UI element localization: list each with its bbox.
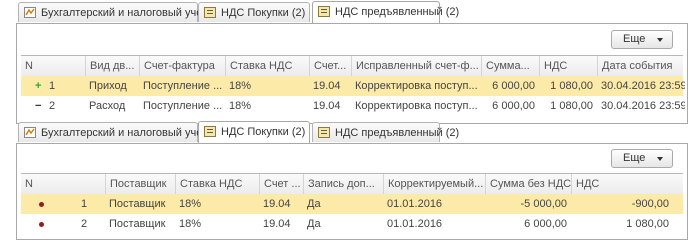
tab-content: Еще N Вид дв... Счет-фактура Ставка НДС … — [16, 23, 688, 124]
column-header-account[interactable]: Счет... — [309, 56, 351, 76]
table-header: N Поставщик Ставка НДС Счет ... Запись д… — [21, 174, 683, 195]
cell-n: 2 — [81, 218, 88, 230]
cell-sum-without-vat: 6 000,00 — [524, 218, 567, 230]
cell-invoice: Поступление ... — [143, 80, 223, 92]
cell-movement: Расход — [89, 100, 126, 112]
table-row[interactable]: + 1 Приход Поступление ... 18% 19.04 Кор… — [21, 76, 685, 96]
cell-corrected-invoice: Корректировка поступ... — [355, 100, 478, 112]
table-row[interactable]: 2 Поставщик 18% 19.04 Да 01.01.2016 6 00… — [21, 214, 683, 234]
column-header-account[interactable]: Счет ... — [259, 174, 303, 194]
cell-sum-without-vat: -5 000,00 — [520, 198, 567, 210]
table-row[interactable]: 1 Поставщик 18% 19.04 Да 01.01.2016 -5 0… — [21, 194, 683, 214]
column-header-supplier[interactable]: Поставщик — [105, 174, 175, 194]
tab-vat-purchases[interactable]: НДС Покупки (2) — [198, 121, 310, 143]
chevron-down-icon — [657, 157, 663, 161]
cell-vat: 1 080,00 — [626, 218, 669, 230]
tab-content: Еще N Поставщик Ставка НДС Счет ... Запи… — [16, 143, 688, 240]
cell-supplier: Поставщик — [109, 198, 166, 210]
column-header-extra-record[interactable]: Запись доп... — [303, 174, 383, 194]
column-header-sum-without-vat[interactable]: Сумма без НДС — [485, 174, 571, 194]
table-row[interactable]: − 2 Расход Поступление ... 18% 19.04 Кор… — [21, 96, 685, 116]
record-dot-icon — [21, 194, 55, 214]
pane-vat-presented: Бухгалтерский и налоговый учет (4) НДС П… — [16, 0, 688, 124]
more-button[interactable]: Еще — [611, 30, 673, 49]
tab-label: НДС Покупки (2) — [221, 7, 306, 19]
cell-sum: 6 000,00 — [492, 100, 535, 112]
cell-n: 1 — [81, 198, 88, 210]
cell-vat: -900,00 — [631, 198, 669, 210]
tab-bar: Бухгалтерский и налоговый учет (4) НДС П… — [16, 120, 688, 144]
cell-vat-rate: 18% — [179, 218, 202, 230]
cell-n: 2 — [49, 100, 56, 112]
tab-vat-presented[interactable]: НДС предъявленный (2) — [312, 122, 459, 142]
cell-vat-rate: 18% — [229, 100, 252, 112]
cell-event-date: 30.04.2016 23:59:5 — [601, 80, 685, 92]
register-icon — [204, 7, 216, 18]
column-header-movement[interactable]: Вид дв... — [85, 56, 139, 76]
register-icon — [318, 6, 330, 17]
table-header: N Вид дв... Счет-фактура Ставка НДС Счет… — [21, 56, 683, 77]
cell-extra-record: Да — [307, 198, 321, 210]
cell-sum: 6 000,00 — [492, 80, 535, 92]
tab-vat-purchases[interactable]: НДС Покупки (2) — [198, 2, 310, 22]
cell-account: 19.04 — [263, 198, 291, 210]
column-header-vat-rate[interactable]: Ставка НДС — [225, 56, 309, 76]
register-icon — [318, 127, 330, 138]
cell-vat: 1 080,00 — [550, 100, 593, 112]
cell-account: 19.04 — [263, 218, 291, 230]
cell-event-date: 30.04.2016 23:59:5 — [601, 100, 685, 112]
cell-corrected: 01.01.2016 — [387, 218, 443, 230]
pane-vat-purchases: Бухгалтерский и налоговый учет (4) НДС П… — [16, 120, 688, 240]
column-header-corrected-invoice[interactable]: Исправленный счет-ф... — [351, 56, 481, 76]
register-icon — [204, 126, 216, 137]
receipt-plus-icon: + — [35, 80, 42, 92]
column-header-event-date[interactable]: Дата события — [597, 56, 685, 76]
tab-accounting-tax[interactable]: Бухгалтерский и налоговый учет (4) — [18, 122, 224, 142]
cell-movement: Приход — [89, 80, 127, 92]
cell-corrected: 01.01.2016 — [387, 198, 443, 210]
more-button[interactable]: Еще — [611, 149, 673, 168]
column-header-vat[interactable]: НДС — [539, 56, 597, 76]
cell-extra-record: Да — [307, 218, 321, 230]
record-dot-icon — [21, 214, 55, 234]
tab-label: НДС предъявленный (2) — [335, 127, 460, 139]
cell-corrected-invoice: Корректировка поступ... — [355, 80, 478, 92]
tab-label: НДС Покупки (2) — [221, 126, 306, 138]
column-header-vat-rate[interactable]: Ставка НДС — [175, 174, 259, 194]
cell-n: 1 — [49, 80, 56, 92]
cell-account: 19.04 — [313, 80, 341, 92]
register-table: N Поставщик Ставка НДС Счет ... Запись д… — [21, 173, 683, 238]
cell-invoice: Поступление ... — [143, 100, 223, 112]
accounting-icon — [24, 127, 36, 138]
accounting-icon — [24, 7, 36, 18]
column-header-sum[interactable]: Сумма... — [481, 56, 539, 76]
column-header-n[interactable]: N — [21, 174, 105, 194]
cell-vat: 1 080,00 — [550, 80, 593, 92]
tab-vat-presented[interactable]: НДС предъявленный (2) — [312, 1, 459, 23]
cell-account: 19.04 — [313, 100, 341, 112]
column-header-invoice[interactable]: Счет-фактура — [139, 56, 225, 76]
register-table: N Вид дв... Счет-фактура Ставка НДС Счет… — [21, 55, 685, 120]
more-button-label: Еще — [623, 152, 646, 164]
cell-vat-rate: 18% — [229, 80, 252, 92]
expense-minus-icon: − — [35, 100, 42, 112]
column-header-n[interactable]: N — [21, 56, 85, 76]
tab-accounting-tax[interactable]: Бухгалтерский и налоговый учет (4) — [18, 2, 224, 22]
tab-label: Бухгалтерский и налоговый учет (4) — [41, 127, 224, 139]
cell-vat-rate: 18% — [179, 198, 202, 210]
chevron-down-icon — [657, 38, 663, 42]
column-header-vat[interactable]: НДС — [571, 174, 685, 194]
tab-label: Бухгалтерский и налоговый учет (4) — [41, 7, 224, 19]
tab-label: НДС предъявленный (2) — [335, 6, 460, 18]
cell-supplier: Поставщик — [109, 218, 166, 230]
tab-bar: Бухгалтерский и налоговый учет (4) НДС П… — [16, 0, 688, 24]
more-button-label: Еще — [623, 33, 646, 45]
column-header-corrected[interactable]: Корректируемый... — [383, 174, 485, 194]
